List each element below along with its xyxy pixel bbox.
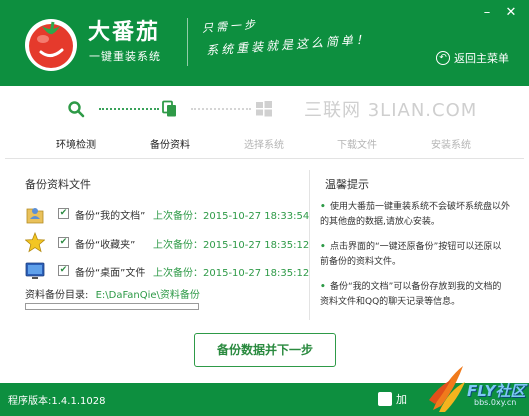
tip-item: • 备份“我的文档”可以备份存放到我的文档的资料文件和QQ的聊天记录等信息。 bbox=[320, 280, 510, 310]
backup-row-favorites: ✔ 备份“收藏夹” 上次备份：2015-10-27 18:35:12 bbox=[25, 232, 309, 256]
tip-text: 备份“我的文档”可以备份存放到我的文档的资料文件和QQ的聊天记录等信息。 bbox=[320, 282, 502, 307]
slogan-line1: 只需一步 bbox=[201, 18, 259, 35]
content-divider bbox=[5, 158, 524, 159]
step-connector bbox=[191, 108, 251, 110]
app-subtitle: 一键重装系统 bbox=[89, 50, 161, 63]
step-label-download: 下载文件 bbox=[337, 140, 377, 151]
backup-row-desktop: ✔ 备份“桌面”文件 上次备份：2015-10-27 18:35:12 bbox=[25, 260, 309, 284]
fly-community-logo-icon bbox=[429, 366, 465, 412]
tip-item: • 点击界面的“一键还原备份”按钮可以还原以前备份的资料文件。 bbox=[320, 240, 510, 270]
fly-community-url: bbs.0xy.cn bbox=[474, 398, 517, 407]
backup-section-title: 备份资料文件 bbox=[25, 178, 91, 191]
backup-favorites-time: 上次备份：2015-10-27 18:35:12 bbox=[153, 240, 310, 251]
tip-item: • 使用大番茄一键重装系统不会破坏系统盘以外的其他盘的数据,请放心安装。 bbox=[320, 200, 510, 230]
qq-group-icon bbox=[378, 392, 392, 406]
tip-bullet-icon: • bbox=[320, 242, 326, 252]
backup-directory-path-link[interactable]: E:\DaFanQie\资料备份 bbox=[96, 290, 200, 301]
app-header: 大番茄 一键重装系统 只需一步 系统重装就是这么简单！ – ✕ ↶ 返回主菜单 bbox=[0, 0, 529, 86]
backup-documents-label: 备份“我的文档” bbox=[75, 211, 146, 222]
back-to-main-menu-button[interactable]: ↶ 返回主菜单 bbox=[436, 50, 509, 66]
tip-bullet-icon: • bbox=[320, 282, 326, 292]
backup-favorites-label: 备份“收藏夹” bbox=[75, 240, 136, 251]
desktop-monitor-icon bbox=[25, 262, 45, 279]
tomato-logo-icon bbox=[25, 19, 77, 71]
step-label-env-check: 环境检测 bbox=[56, 140, 96, 151]
close-button[interactable]: ✕ bbox=[503, 6, 519, 20]
watermark-text: 三联网 3LIAN.COM bbox=[304, 100, 478, 121]
step-label-select-system: 选择系统 bbox=[244, 140, 284, 151]
backup-progress-bar bbox=[25, 303, 199, 310]
step-label-install: 安装系统 bbox=[431, 140, 471, 151]
backup-directory-label: 资料备份目录: bbox=[25, 290, 89, 301]
backup-documents-checkbox[interactable]: ✔ bbox=[58, 208, 69, 219]
join-group-label[interactable]: 加 bbox=[396, 391, 407, 407]
documents-folder-icon bbox=[26, 208, 44, 224]
tips-divider bbox=[309, 170, 310, 320]
search-icon bbox=[68, 101, 85, 118]
back-arrow-icon: ↶ bbox=[436, 51, 450, 65]
backup-row-documents: ✔ 备份“我的文档” 上次备份：2015-10-27 18:33:54 bbox=[25, 203, 309, 227]
backup-desktop-time: 上次备份：2015-10-27 18:35:12 bbox=[153, 268, 310, 279]
favorites-star-icon bbox=[25, 232, 45, 253]
tip-bullet-icon: • bbox=[320, 202, 326, 212]
minimize-button[interactable]: – bbox=[479, 6, 495, 20]
back-to-main-menu-label: 返回主菜单 bbox=[454, 52, 509, 65]
tip-text: 使用大番茄一键重装系统不会破坏系统盘以外的其他盘的数据,请放心安装。 bbox=[320, 202, 511, 227]
app-title: 大番茄 bbox=[88, 20, 161, 45]
backup-documents-time: 上次备份：2015-10-27 18:33:54 bbox=[153, 211, 310, 222]
header-divider bbox=[187, 18, 188, 66]
backup-desktop-checkbox[interactable]: ✔ bbox=[58, 265, 69, 276]
slogan-line2: 系统重装就是这么简单！ bbox=[205, 32, 372, 58]
backup-favorites-checkbox[interactable]: ✔ bbox=[58, 237, 69, 248]
windows-logo-icon bbox=[256, 101, 272, 117]
step-label-backup: 备份资料 bbox=[150, 140, 190, 151]
tips-title: 温馨提示 bbox=[325, 178, 369, 191]
backup-directory-row: 资料备份目录: E:\DaFanQie\资料备份 bbox=[25, 286, 200, 301]
backup-and-next-button[interactable]: 备份数据并下一步 bbox=[194, 333, 336, 367]
backup-desktop-label: 备份“桌面”文件 bbox=[75, 268, 146, 279]
tip-text: 点击界面的“一键还原备份”按钮可以还原以前备份的资料文件。 bbox=[320, 242, 502, 267]
copy-files-icon bbox=[162, 100, 176, 117]
program-version: 程序版本:1.4.1.1028 bbox=[8, 396, 106, 407]
step-connector bbox=[99, 108, 159, 110]
